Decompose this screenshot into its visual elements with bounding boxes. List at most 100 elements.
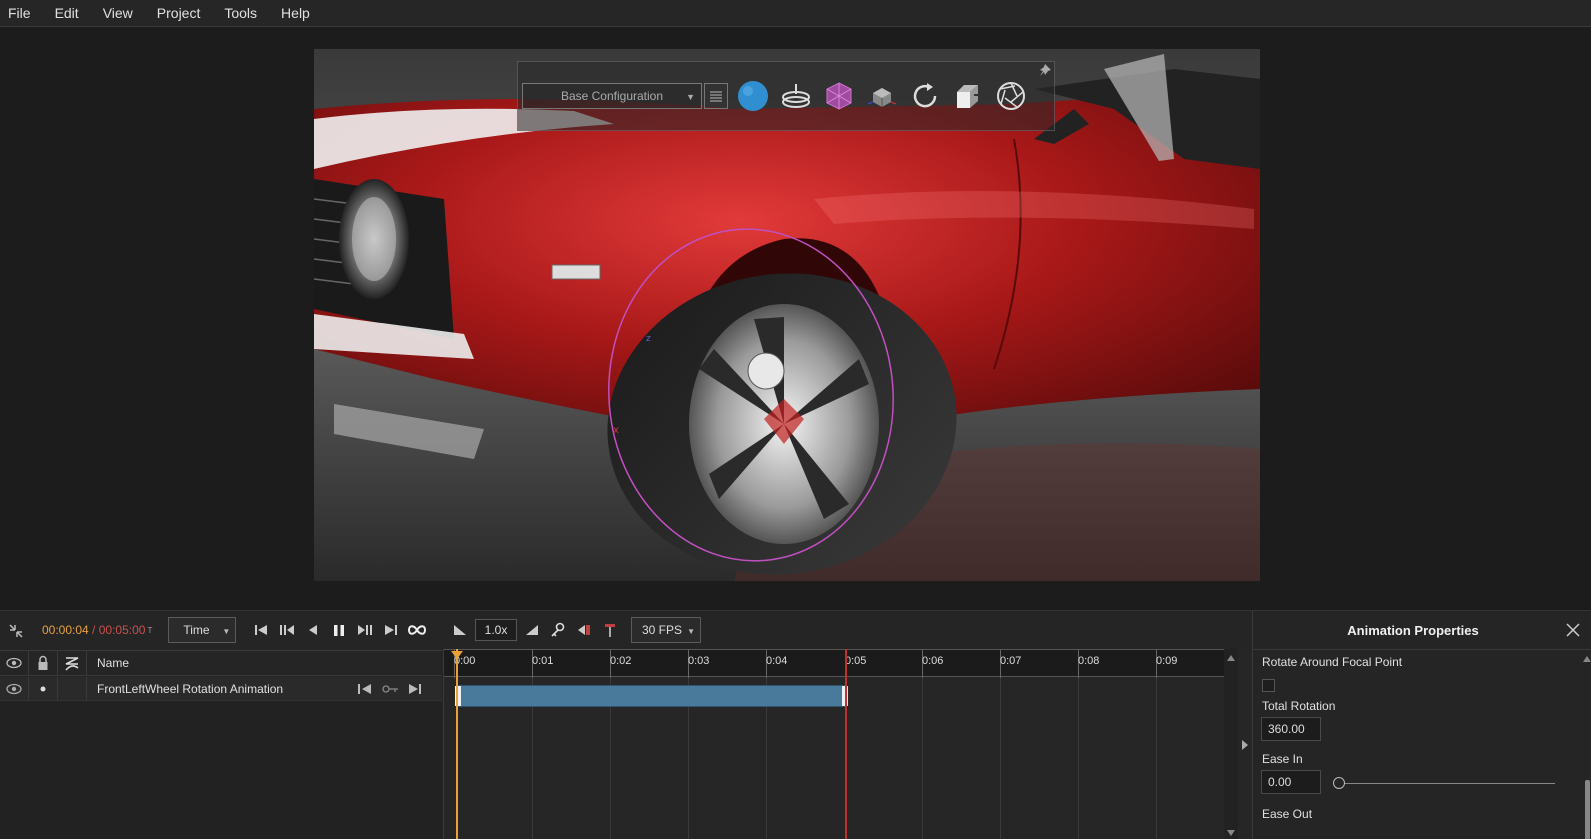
total-rotation-input[interactable]: 360.00: [1261, 717, 1321, 741]
eye-icon: [6, 683, 22, 694]
reset-view-icon: [913, 83, 937, 108]
properties-scrollbar[interactable]: [1582, 650, 1591, 839]
play-reverse-icon: [309, 625, 318, 635]
turntable-button[interactable]: [778, 78, 814, 114]
ramp-icon: [454, 625, 466, 635]
trim-button[interactable]: [597, 618, 623, 642]
track-lock-toggle[interactable]: [29, 677, 58, 700]
jump-to-key-button[interactable]: [571, 618, 597, 642]
configuration-dropdown[interactable]: Base Configuration ▼: [522, 83, 702, 109]
go-to-end-button[interactable]: [378, 618, 404, 642]
loop-button[interactable]: [404, 618, 430, 642]
track-row[interactable]: FrontLeftWheel Rotation Animation: [0, 677, 442, 701]
track-curve-toggle[interactable]: [58, 677, 87, 700]
prev-keyframe-icon[interactable]: [357, 682, 373, 696]
pin-icon[interactable]: [1038, 63, 1052, 77]
viewport[interactable]: x z Base Configuration ▼: [0, 28, 1591, 610]
track-visibility-toggle[interactable]: [0, 677, 29, 700]
chevron-down-icon: ▼: [687, 627, 695, 636]
current-time: 00:00:04: [42, 623, 89, 637]
track-name[interactable]: FrontLeftWheel Rotation Animation: [87, 682, 357, 696]
total-rotation-label: Total Rotation: [1262, 699, 1336, 713]
fps-dropdown[interactable]: 30 FPS ▼: [631, 617, 701, 643]
time-mode-label: Time: [183, 623, 210, 637]
pause-icon: [334, 625, 345, 636]
step-forward-icon: [358, 625, 373, 635]
timeline-scrollbar[interactable]: [1224, 649, 1238, 839]
key-icon: [551, 622, 565, 637]
visibility-column[interactable]: [0, 651, 29, 675]
timeline-area[interactable]: 0:00 0:01 0:02 0:03 0:04 0:05 0:06 0:07 …: [443, 649, 1224, 839]
playhead[interactable]: [451, 649, 463, 839]
rotate-focal-label: Rotate Around Focal Point: [1262, 655, 1403, 669]
menu-view[interactable]: View: [91, 3, 145, 23]
configuration-label: Base Configuration: [560, 89, 664, 103]
transport-bar: 00:00:04 / 00:05:00 T Time ▼: [0, 611, 442, 649]
scene-button[interactable]: [950, 78, 986, 114]
material-cube-icon: [826, 82, 852, 110]
rotate-focal-checkbox[interactable]: [1262, 679, 1275, 692]
next-keyframe-icon[interactable]: [407, 682, 423, 696]
time-unit: T: [147, 625, 153, 635]
chevron-down-icon: ▼: [686, 92, 695, 102]
menu-edit[interactable]: Edit: [43, 3, 91, 23]
ease-in-slider[interactable]: [1343, 783, 1555, 784]
menu-tools[interactable]: Tools: [212, 3, 269, 23]
menu-file[interactable]: File: [0, 3, 43, 23]
next-key-button[interactable]: [352, 618, 378, 642]
panel-title: Animation Properties: [1347, 622, 1479, 638]
timeline-toolbar: 1.0x 30 FPS ▼: [443, 611, 1251, 649]
ease-in-input[interactable]: 0.00: [1261, 770, 1321, 794]
time-ruler[interactable]: 0:00 0:01 0:02 0:03 0:04 0:05 0:06 0:07 …: [444, 649, 1224, 678]
tick-label: 0:02: [610, 655, 632, 667]
collapse-icon[interactable]: [8, 623, 24, 639]
time-mode-dropdown[interactable]: Time ▼: [168, 617, 237, 643]
previous-key-button[interactable]: [274, 618, 300, 642]
add-keyframe-button[interactable]: [545, 618, 571, 642]
eye-icon: [6, 657, 22, 669]
reset-view-button[interactable]: [907, 78, 943, 114]
tick-label: 0:07: [1000, 655, 1022, 667]
playhead-marker-icon: [451, 651, 463, 659]
time-separator: /: [88, 623, 99, 637]
tick-label: 0:08: [1078, 655, 1100, 667]
scroll-up-icon[interactable]: [1227, 655, 1235, 661]
total-time[interactable]: 00:05:00: [99, 623, 146, 637]
curve-column[interactable]: [58, 651, 87, 675]
scroll-down-icon[interactable]: [1227, 830, 1235, 836]
track-list-header: Name: [0, 650, 442, 676]
scroll-thumb[interactable]: [1585, 780, 1590, 839]
close-icon[interactable]: [1565, 622, 1581, 638]
camera-button[interactable]: [993, 78, 1029, 114]
pause-button[interactable]: [326, 618, 352, 642]
track-list-empty-area: [0, 702, 442, 839]
turntable-icon: [782, 84, 810, 108]
chevron-down-icon: ▼: [222, 627, 231, 636]
skip-end-icon: [385, 625, 398, 635]
menu-project[interactable]: Project: [145, 3, 213, 23]
timeline-mode-button[interactable]: [447, 618, 473, 642]
lock-column[interactable]: [29, 651, 58, 675]
scroll-up-icon[interactable]: [1583, 656, 1591, 662]
ease-ramp-icon: [526, 625, 538, 635]
menu-help[interactable]: Help: [269, 3, 322, 23]
materials-button[interactable]: [821, 78, 857, 114]
fps-label: 30 FPS: [642, 623, 683, 637]
tick-label: 0:04: [766, 655, 788, 667]
ease-in-slider-handle[interactable]: [1333, 777, 1345, 789]
configurations-menu-button[interactable]: [704, 83, 728, 109]
end-marker[interactable]: [845, 649, 847, 839]
model-button[interactable]: [864, 78, 900, 114]
speed-input[interactable]: 1.0x: [475, 619, 517, 641]
ease-curve-button[interactable]: [519, 618, 545, 642]
tick-label: 0:03: [688, 655, 710, 667]
key-add-icon[interactable]: [381, 683, 399, 695]
animation-clip[interactable]: [455, 685, 848, 707]
trim-icon: [605, 624, 615, 637]
go-to-start-button[interactable]: [248, 618, 274, 642]
chevron-right-icon: [1242, 739, 1248, 750]
environment-button[interactable]: [735, 78, 771, 114]
play-reverse-button[interactable]: [300, 618, 326, 642]
skip-start-icon: [255, 625, 268, 635]
properties-toggle[interactable]: [1238, 649, 1252, 839]
